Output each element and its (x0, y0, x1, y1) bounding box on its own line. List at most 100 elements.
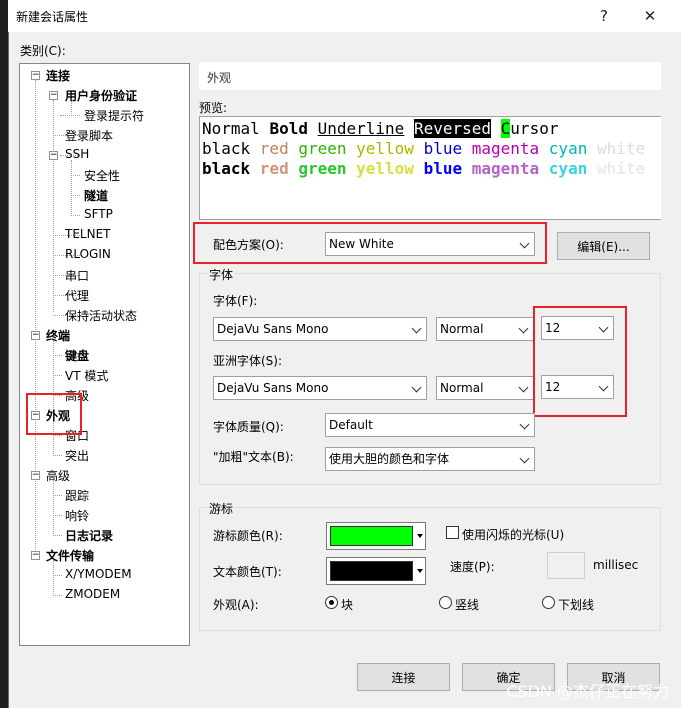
tree-item-keyboard[interactable]: 键盘 (65, 347, 89, 364)
font-weight-value: Normal (440, 322, 484, 336)
speed-unit: millisec (593, 558, 639, 572)
shape-block-label: 块 (341, 598, 354, 612)
tree-item-tunnel[interactable]: 隧道 (84, 187, 108, 204)
preview-color-white: white (596, 159, 646, 178)
preview-color-black: black (202, 159, 260, 178)
chevron-down-icon (519, 419, 530, 430)
scheme-value: New White (329, 237, 394, 251)
bold-text-value: 使用大胆的颜色和字体 (329, 452, 450, 466)
chevron-down-icon (598, 322, 609, 333)
preview-color-red: red (259, 139, 299, 158)
shape-vline-label: 竖线 (455, 598, 480, 612)
quality-select[interactable]: Default (325, 413, 535, 437)
shape-underline-radio[interactable] (542, 596, 555, 609)
chevron-down-icon (518, 323, 529, 334)
tree-item-auth[interactable]: 用户身份验证 (65, 87, 137, 104)
preview-color-green: green (298, 139, 357, 158)
tree-item-telnet[interactable]: TELNET (65, 227, 111, 241)
text-color-picker[interactable] (326, 557, 426, 585)
shape-vline-radio[interactable] (439, 596, 452, 609)
scheme-select[interactable]: New White (325, 232, 535, 256)
tree-item-window[interactable]: 窗口 (65, 427, 89, 444)
asian-font-select[interactable]: DejaVu Sans Mono (213, 376, 427, 400)
dropdown-arrow-icon (417, 534, 423, 538)
tree-item-login-prompt[interactable]: 登录提示符 (84, 107, 144, 124)
quality-value: Default (329, 418, 373, 432)
speed-input[interactable] (547, 552, 585, 579)
chevron-down-icon (411, 382, 422, 393)
preview-color-white: white (596, 139, 646, 158)
preview-color-black: black (202, 139, 260, 158)
section-header: 外观 (207, 71, 232, 85)
text-color-swatch (330, 561, 413, 581)
connect-button[interactable]: 连接 (357, 663, 450, 691)
tree-item-ssh[interactable]: SSH (65, 147, 89, 161)
collapse-icon[interactable]: − (49, 91, 58, 100)
collapse-icon[interactable]: − (31, 471, 40, 480)
collapse-icon[interactable]: − (31, 551, 40, 560)
tree-item-rlogin[interactable]: RLOGIN (65, 247, 111, 261)
asian-size-value: 12 (545, 380, 561, 394)
asian-font-value: DejaVu Sans Mono (217, 381, 329, 395)
section-header-bar (199, 62, 661, 90)
asian-weight-value: Normal (440, 381, 484, 395)
tree-item-serial[interactable]: 串口 (65, 267, 89, 284)
cursor-color-label: 游标颜色(R): (213, 529, 283, 543)
preview-color-yellow: yellow (356, 159, 424, 178)
tree-item-file-transfer[interactable]: 文件传输 (46, 547, 94, 564)
blink-checkbox[interactable] (446, 526, 459, 539)
tree-item-trace[interactable]: 跟踪 (65, 487, 89, 504)
collapse-icon[interactable]: − (31, 71, 40, 80)
quality-label: 字体质量(Q): (213, 420, 284, 434)
tree-item-security[interactable]: 安全性 (84, 167, 120, 184)
text-color-label: 文本颜色(T): (213, 565, 282, 579)
tree-item-vt-mode[interactable]: VT 模式 (65, 367, 108, 384)
tree-item-advanced2[interactable]: 高级 (46, 467, 70, 484)
blink-label: 使用闪烁的光标(U) (462, 528, 565, 542)
font-value: DejaVu Sans Mono (217, 322, 329, 336)
font-group-title: 字体 (207, 266, 236, 283)
bold-text-select[interactable]: 使用大胆的颜色和字体 (325, 447, 535, 471)
tree-item-proxy[interactable]: 代理 (65, 287, 89, 304)
help-button[interactable]: ? (582, 2, 626, 30)
preview-color-blue: blue (423, 159, 472, 178)
font-size-select[interactable]: 12 (541, 316, 614, 340)
tree-item-keepalive[interactable]: 保持活动状态 (65, 307, 137, 324)
tree-item-connection[interactable]: 连接 (46, 67, 70, 84)
tree-item-zmodem[interactable]: ZMODEM (65, 587, 120, 601)
close-button[interactable]: ✕ (628, 2, 672, 30)
preview-color-blue: blue (423, 139, 472, 158)
preview-normal: Normal (202, 119, 270, 138)
cursor-color-picker[interactable] (326, 522, 426, 550)
font-select[interactable]: DejaVu Sans Mono (213, 317, 427, 341)
tree-item-xymodem[interactable]: X/YMODEM (65, 567, 132, 581)
tree-item-bell[interactable]: 响铃 (65, 507, 89, 524)
scheme-label: 配色方案(O): (213, 238, 284, 252)
font-label: 字体(F): (213, 294, 258, 308)
tree-item-logging[interactable]: 日志记录 (65, 527, 113, 544)
tree-item-appearance[interactable]: 外观 (46, 407, 70, 424)
collapse-icon[interactable]: − (31, 411, 40, 420)
font-weight-select[interactable]: Normal (436, 317, 534, 341)
chevron-down-icon (519, 453, 530, 464)
shape-underline-label: 下划线 (558, 598, 595, 612)
speed-label: 速度(P): (450, 560, 495, 574)
shape-block-radio[interactable] (325, 596, 338, 609)
window-title: 新建会话属性 (16, 10, 89, 24)
asian-size-select[interactable]: 12 (541, 375, 614, 399)
collapse-icon[interactable]: − (49, 151, 58, 160)
collapse-icon[interactable]: − (31, 331, 40, 340)
tree-item-sftp[interactable]: SFTP (84, 207, 113, 221)
asian-font-label: 亚洲字体(S): (213, 354, 283, 368)
asian-weight-select[interactable]: Normal (436, 376, 534, 400)
category-tree[interactable]: − 连接 − 用户身份验证 登录提示符 登录脚本 − SSH 安全性 隧道 SF… (19, 63, 190, 646)
tree-item-advanced[interactable]: 高级 (65, 387, 89, 404)
tree-item-login-script[interactable]: 登录脚本 (65, 127, 113, 144)
tree-item-highlight[interactable]: 突出 (65, 447, 89, 464)
tree-item-terminal[interactable]: 终端 (46, 327, 70, 344)
preview-cursor-rest: ursor (510, 119, 559, 138)
shape-label: 外观(A): (213, 598, 259, 612)
dropdown-arrow-icon (417, 569, 423, 573)
edit-scheme-button[interactable]: 编辑(E)... (557, 232, 650, 260)
title-bar (8, 0, 681, 32)
